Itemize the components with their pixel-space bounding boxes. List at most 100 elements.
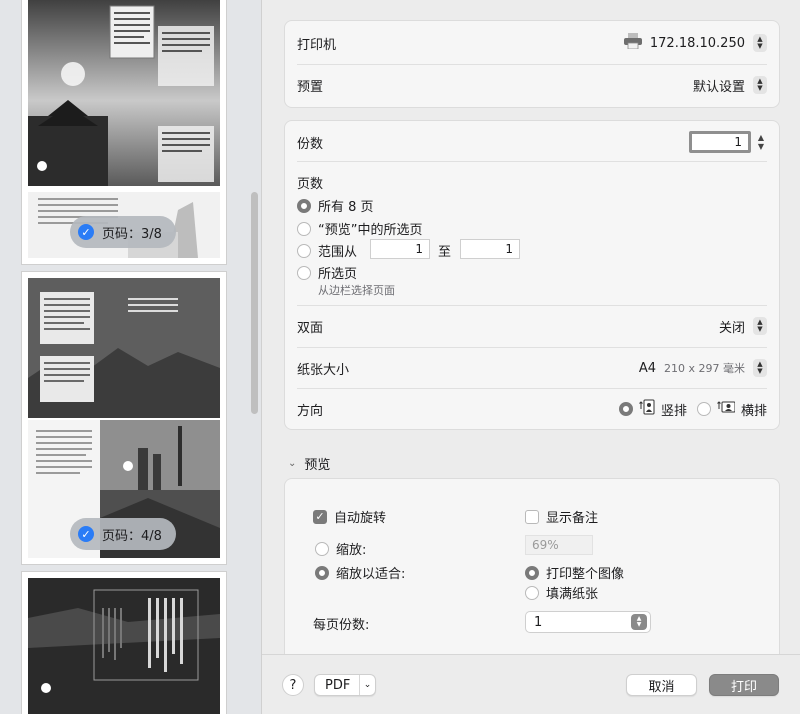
chevron-up-down-icon: ▲ ▼ (753, 317, 767, 335)
printer-group: 打印机 172.18.10.250 ▲ ▼ 预置 默认设置 ▲ ▼ (284, 20, 780, 108)
chevron-up-down-icon: ▲ ▼ (753, 76, 767, 94)
paper-size-popup[interactable]: A4 210 x 297 毫米 ▲ ▼ (639, 359, 767, 377)
print-entire-image-option[interactable]: 打印整个图像 (525, 563, 624, 582)
preview-section-header[interactable]: ⌄ 预览 (288, 454, 330, 473)
duplex-value: 关闭 (718, 320, 745, 336)
range-to-label: 至 (438, 245, 452, 260)
page-thumbnail-5[interactable] (22, 572, 226, 714)
pages-preview-selection-option[interactable]: “预览”中的所选页 (297, 219, 422, 238)
cancel-button[interactable]: 取消 (626, 674, 697, 696)
auto-rotate-option[interactable]: ✓ 自动旋转 (313, 507, 386, 526)
radio[interactable] (315, 541, 329, 556)
scale-label: 缩放: (336, 543, 367, 558)
divider (297, 161, 767, 162)
preview-section-title: 预览 (304, 458, 331, 473)
copies-row: 份数 1 ▲ ▼ (297, 131, 767, 153)
chevron-down-icon: ⌄ (359, 675, 375, 695)
printer-label: 打印机 (297, 37, 337, 53)
help-button[interactable]: ? (282, 674, 304, 696)
copies-per-page-value: 1 (534, 614, 543, 630)
sidebar-scrollbar[interactable] (247, 0, 261, 714)
radio[interactable] (696, 402, 711, 416)
copies-control: 1 ▲ ▼ (689, 131, 767, 153)
page-badge-label: 页码：3/8 (102, 226, 162, 242)
paper-size-detail: 210 x 297 毫米 (664, 362, 745, 375)
page-badge-3: ✓ 页码：3/8 (70, 216, 176, 248)
copies-per-page-popup[interactable]: 1 ▲ ▼ (525, 611, 651, 633)
page-thumbnail-5-image (28, 578, 220, 714)
radio-selected[interactable] (297, 198, 311, 213)
divider (297, 347, 767, 348)
pages-all-option[interactable]: 所有 8 页 (297, 196, 374, 215)
orientation-row: 方向 竖排 横排 (297, 399, 767, 419)
radio-selected[interactable] (525, 565, 539, 580)
pages-selected-label: 所选页 (318, 267, 358, 282)
print-button[interactable]: 打印 (709, 674, 779, 696)
pages-preview-selection-label: “预览”中的所选页 (318, 223, 423, 238)
radio-selected[interactable] (618, 402, 633, 416)
page-badge-4: ✓ 页码：4/8 (70, 518, 176, 550)
scale-to-fit-option[interactable]: 缩放以适合: (315, 563, 405, 582)
duplex-row: 双面 关闭 ▲ ▼ (297, 316, 767, 336)
checkbox[interactable] (525, 509, 539, 524)
pages-all-label: 所有 8 页 (318, 200, 374, 215)
orientation-label: 方向 (297, 403, 324, 419)
page-thumbnail-sidebar[interactable]: ✓ 页码：3/8 ✓ 页码：4/8 (0, 0, 262, 714)
fill-paper-label: 填满纸张 (546, 587, 599, 602)
page-badge-label: 页码：4/8 (102, 528, 162, 544)
pages-selected-note: 从边栏选择页面 (318, 284, 395, 297)
orientation-landscape-option[interactable]: 横排 (696, 399, 767, 419)
show-notes-label: 显示备注 (546, 511, 599, 526)
copies-label: 份数 (297, 136, 324, 152)
radio[interactable] (297, 265, 311, 280)
page-thumbnail-4-image (28, 278, 220, 558)
checkbox-checked[interactable]: ✓ (313, 509, 327, 524)
pages-selected-option[interactable]: 所选页 (297, 263, 357, 282)
scale-option[interactable]: 缩放: (315, 539, 366, 558)
presets-popup[interactable]: 默认设置 ▲ ▼ (693, 76, 767, 95)
checkmark-icon: ✓ (78, 224, 94, 240)
chevron-up-down-icon: ▲ ▼ (631, 614, 647, 630)
paper-size-value: A4 (638, 360, 656, 376)
paper-size-row: 纸张大小 A4 210 x 297 毫米 ▲ ▼ (297, 358, 767, 378)
divider (297, 305, 767, 306)
printer-row: 打印机 172.18.10.250 ▲ ▼ (297, 33, 767, 53)
pages-range-option[interactable]: 范围从 (297, 241, 357, 260)
radio-selected[interactable] (315, 565, 329, 580)
landscape-label: 横排 (740, 403, 767, 419)
copies-input[interactable]: 1 (689, 131, 751, 153)
chevron-up-down-icon: ▲ ▼ (753, 34, 767, 52)
duplex-label: 双面 (297, 320, 324, 336)
copies-stepper[interactable]: ▲ ▼ (755, 132, 767, 152)
printer-icon (623, 33, 642, 53)
pages-range-label: 范围从 (318, 245, 358, 260)
radio[interactable] (297, 221, 311, 236)
range-from-input[interactable]: 1 (370, 239, 430, 259)
chevron-up-down-icon: ▲ ▼ (753, 359, 767, 377)
dialog-bottom-bar: ? PDF ⌄ 取消 打印 (262, 654, 800, 714)
show-notes-option[interactable]: 显示备注 (525, 507, 598, 526)
print-settings-panel: 打印机 172.18.10.250 ▲ ▼ 预置 默认设置 ▲ ▼ 份数 1 ▲… (262, 0, 800, 654)
pdf-label: PDF (325, 677, 351, 693)
sidebar-scrollbar-thumb[interactable] (251, 192, 258, 414)
fill-paper-option[interactable]: 填满纸张 (525, 583, 598, 602)
radio[interactable] (297, 243, 311, 258)
pdf-menu-button[interactable]: PDF ⌄ (314, 674, 376, 696)
radio[interactable] (525, 585, 539, 600)
auto-rotate-label: 自动旋转 (334, 511, 387, 526)
duplex-popup[interactable]: 关闭 ▲ ▼ (719, 317, 767, 336)
portrait-label: 竖排 (660, 403, 687, 419)
portrait-icon (639, 399, 655, 419)
orientation-options: 竖排 横排 (618, 399, 767, 419)
preview-options-group: ✓ 自动旋转 显示备注 缩放: 69% 缩放以适合: 打印整个图像 填满纸张 每… (284, 478, 780, 654)
printer-popup[interactable]: 172.18.10.250 ▲ ▼ (623, 33, 767, 53)
presets-value: 默认设置 (692, 79, 745, 95)
orientation-portrait-option[interactable]: 竖排 (618, 399, 687, 419)
chevron-down-icon: ⌄ (288, 458, 297, 469)
options-group: 份数 1 ▲ ▼ 页数 所有 8 页 “预览”中的所选页 范围从 1 至 1 所选… (284, 120, 780, 430)
divider (297, 388, 767, 389)
range-to-input[interactable]: 1 (460, 239, 520, 259)
scale-input[interactable]: 69% (525, 535, 593, 555)
presets-row: 预置 默认设置 ▲ ▼ (297, 75, 767, 95)
copies-per-page-label: 每页份数: (313, 618, 370, 633)
